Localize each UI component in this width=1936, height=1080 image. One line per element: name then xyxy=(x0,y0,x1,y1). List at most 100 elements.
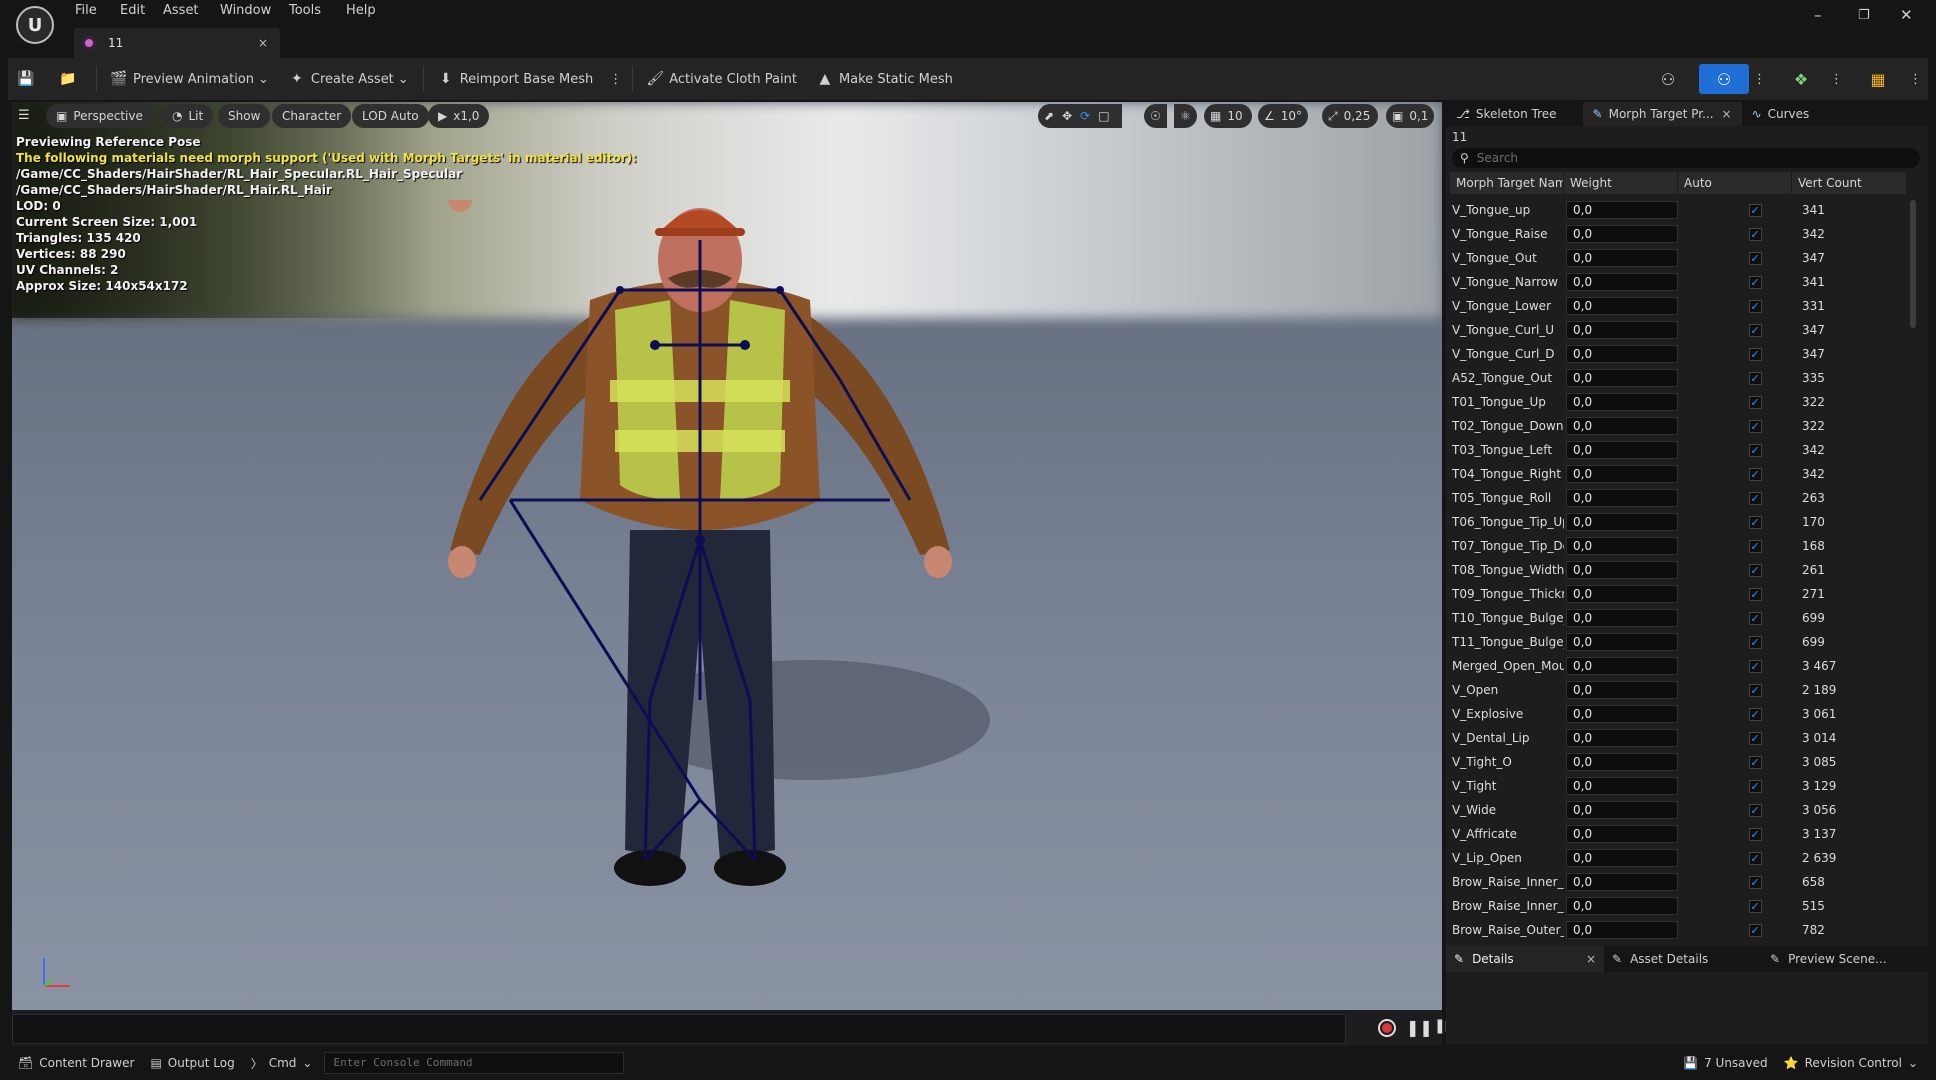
character-button[interactable]: Character xyxy=(272,104,352,128)
auto-checkbox[interactable]: ✓ xyxy=(1748,491,1762,505)
auto-checkbox[interactable]: ✓ xyxy=(1748,683,1762,697)
menu-help[interactable]: Help xyxy=(346,3,376,18)
table-row[interactable]: V_Tongue_Out 0,0 ✓ 347 xyxy=(1450,246,1906,270)
content-drawer-button[interactable]: 🗃 Content Drawer xyxy=(0,1046,142,1080)
weight-field[interactable]: 0,0 xyxy=(1566,609,1678,627)
auto-checkbox[interactable]: ✓ xyxy=(1748,227,1762,241)
auto-checkbox[interactable]: ✓ xyxy=(1748,419,1762,433)
close-tab-icon[interactable]: × xyxy=(1722,107,1732,121)
auto-checkbox[interactable]: ✓ xyxy=(1748,347,1762,361)
weight-field[interactable]: 0,0 xyxy=(1566,369,1678,387)
table-row[interactable]: V_Tongue_Lower 0,0 ✓ 331 xyxy=(1450,294,1906,318)
weight-field[interactable]: 0,0 xyxy=(1566,393,1678,411)
skeleton-mode-button[interactable]: ⚇ xyxy=(1643,64,1693,94)
auto-checkbox[interactable]: ✓ xyxy=(1748,635,1762,649)
coordinate-system-button[interactable]: ☉ xyxy=(1144,104,1167,128)
auto-checkbox[interactable]: ✓ xyxy=(1748,851,1762,865)
weight-field[interactable]: 0,0 xyxy=(1566,801,1678,819)
table-row[interactable]: T10_Tongue_Bulge_ 0,0 ✓ 699 xyxy=(1450,606,1906,630)
auto-checkbox[interactable]: ✓ xyxy=(1748,203,1762,217)
table-row[interactable]: T05_Tongue_Roll 0,0 ✓ 263 xyxy=(1450,486,1906,510)
table-row[interactable]: T01_Tongue_Up 0,0 ✓ 322 xyxy=(1450,390,1906,414)
auto-checkbox[interactable]: ✓ xyxy=(1748,539,1762,553)
reimport-options-button[interactable]: ⋮ xyxy=(603,58,628,100)
auto-checkbox[interactable]: ✓ xyxy=(1748,251,1762,265)
table-row[interactable]: T06_Tongue_Tip_Up 0,0 ✓ 170 xyxy=(1450,510,1906,534)
column-header-auto[interactable]: Auto xyxy=(1678,172,1792,194)
weight-field[interactable]: 0,0 xyxy=(1566,729,1678,747)
auto-checkbox[interactable]: ✓ xyxy=(1748,515,1762,529)
table-row[interactable]: V_Wide 0,0 ✓ 3 056 xyxy=(1450,798,1906,822)
table-row[interactable]: V_Lip_Open 0,0 ✓ 2 639 xyxy=(1450,846,1906,870)
column-header-weight[interactable]: Weight xyxy=(1564,172,1678,194)
weight-field[interactable]: 0,0 xyxy=(1566,825,1678,843)
menu-window[interactable]: Window xyxy=(220,3,271,18)
pause-button[interactable]: ❚❚ xyxy=(1406,1018,1433,1037)
auto-checkbox[interactable]: ✓ xyxy=(1748,443,1762,457)
record-button[interactable] xyxy=(1378,1019,1396,1037)
mesh-mode-button[interactable]: ⚇ xyxy=(1699,64,1749,94)
weight-field[interactable]: 0,0 xyxy=(1566,201,1678,219)
close-window-button[interactable]: ✕ xyxy=(1900,6,1913,24)
auto-checkbox[interactable]: ✓ xyxy=(1748,467,1762,481)
table-row[interactable]: T11_Tongue_Bulge_ 0,0 ✓ 699 xyxy=(1450,630,1906,654)
table-row[interactable]: V_Tongue_up 0,0 ✓ 341 xyxy=(1450,198,1906,222)
auto-checkbox[interactable]: ✓ xyxy=(1748,803,1762,817)
weight-field[interactable]: 0,0 xyxy=(1566,633,1678,651)
playback-speed-button[interactable]: ▶ x1,0 xyxy=(428,104,490,128)
blueprint-mode-button[interactable]: ▦ xyxy=(1853,64,1903,94)
table-row[interactable]: T09_Tongue_Thickr 0,0 ✓ 271 xyxy=(1450,582,1906,606)
tab-details[interactable]: ✎ Details × xyxy=(1446,946,1604,972)
rotation-snap-button[interactable]: ∠ 10° xyxy=(1258,104,1308,128)
rotate-tool-icon[interactable]: ⟳ xyxy=(1080,109,1090,123)
character-mesh[interactable] xyxy=(440,188,1020,900)
tab-skeleton-tree[interactable]: ⎇ Skeleton Tree xyxy=(1446,102,1567,126)
auto-checkbox[interactable]: ✓ xyxy=(1748,299,1762,313)
auto-checkbox[interactable]: ✓ xyxy=(1748,371,1762,385)
auto-checkbox[interactable]: ✓ xyxy=(1748,923,1762,937)
perspective-button[interactable]: ▣ Perspective xyxy=(46,104,153,128)
column-header-name[interactable]: Morph Target Nam xyxy=(1450,172,1564,194)
weight-field[interactable]: 0,0 xyxy=(1566,849,1678,867)
table-row[interactable]: T08_Tongue_Width 0,0 ✓ 261 xyxy=(1450,558,1906,582)
weight-field[interactable]: 0,0 xyxy=(1566,249,1678,267)
close-tab-icon[interactable]: × xyxy=(258,36,268,50)
weight-field[interactable]: 0,0 xyxy=(1566,441,1678,459)
table-row[interactable]: Merged_Open_Mout 0,0 ✓ 3 467 xyxy=(1450,654,1906,678)
close-tab-icon[interactable]: × xyxy=(1586,952,1596,966)
animation-mode-button[interactable]: ❖ xyxy=(1776,64,1826,94)
weight-field[interactable]: 0,0 xyxy=(1566,489,1678,507)
menu-asset[interactable]: Asset xyxy=(163,3,199,18)
auto-checkbox[interactable]: ✓ xyxy=(1748,827,1762,841)
weight-field[interactable]: 0,0 xyxy=(1566,897,1678,915)
column-header-vert-count[interactable]: Vert Count xyxy=(1792,172,1906,194)
weight-field[interactable]: 0,0 xyxy=(1566,537,1678,555)
surface-snap-button[interactable]: ⚛ xyxy=(1174,104,1197,128)
weight-field[interactable]: 0,0 xyxy=(1566,873,1678,891)
weight-field[interactable]: 0,0 xyxy=(1566,585,1678,603)
table-row[interactable]: V_Tight 0,0 ✓ 3 129 xyxy=(1450,774,1906,798)
auto-checkbox[interactable]: ✓ xyxy=(1748,659,1762,673)
auto-checkbox[interactable]: ✓ xyxy=(1748,755,1762,769)
weight-field[interactable]: 0,0 xyxy=(1566,321,1678,339)
scale-tool-icon[interactable]: □ xyxy=(1098,109,1109,123)
move-tool-icon[interactable]: ✥ xyxy=(1062,109,1072,123)
weight-field[interactable]: 0,0 xyxy=(1566,345,1678,363)
revision-control-button[interactable]: ⭐ Revision Control ⌄ xyxy=(1776,1046,1936,1080)
tab-asset-details[interactable]: ✎ Asset Details xyxy=(1604,946,1762,972)
weight-field[interactable]: 0,0 xyxy=(1566,297,1678,315)
auto-checkbox[interactable]: ✓ xyxy=(1748,275,1762,289)
weight-field[interactable]: 0,0 xyxy=(1566,681,1678,699)
mesh-mode-options[interactable]: ⋮ xyxy=(1749,58,1770,100)
menu-file[interactable]: File xyxy=(75,3,97,18)
table-row[interactable]: V_Dental_Lip 0,0 ✓ 3 014 xyxy=(1450,726,1906,750)
weight-field[interactable]: 0,0 xyxy=(1566,657,1678,675)
create-asset-button[interactable]: ✦ Create Asset ⌄ xyxy=(279,58,419,100)
blueprint-mode-options[interactable]: ⋮ xyxy=(1903,58,1928,100)
show-button[interactable]: Show xyxy=(218,104,271,128)
table-row[interactable]: Brow_Raise_Inner_L 0,0 ✓ 658 xyxy=(1450,870,1906,894)
table-row[interactable]: V_Tongue_Raise 0,0 ✓ 342 xyxy=(1450,222,1906,246)
tab-morph-target-preview[interactable]: ✎ Morph Target Pr... × xyxy=(1582,102,1742,126)
auto-checkbox[interactable]: ✓ xyxy=(1748,395,1762,409)
table-row[interactable]: Brow_Raise_Outer_ 0,0 ✓ 782 xyxy=(1450,918,1906,942)
